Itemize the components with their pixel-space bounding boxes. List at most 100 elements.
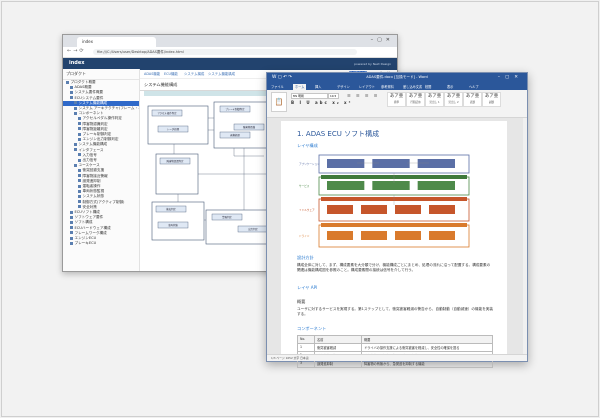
diagram-block-label: 障害物認識判定 [167,159,184,163]
ribbon-tab[interactable]: デザイン [337,84,350,89]
paragraph: ユーザに対するサービスを実現する。第1ステップとして、衝突被害軽減の警告から、自… [297,307,493,316]
tree-node-icon [74,106,77,110]
style-sample: あア亜 [408,94,423,99]
tree-node-icon [78,174,81,178]
ribbon-tab[interactable]: レイアウト [359,84,375,89]
tree-item-label: インタフェース [78,147,104,152]
component-table: No. 名前 概要 1 衝突被害軽減 ドライバの操作支援による衝突被害を軽減し、安全… [297,335,493,368]
style-option[interactable]: あア亜見出し 2 [444,92,463,107]
style-option[interactable]: あア亜 表題 [463,92,482,107]
tree-node-icon [70,220,73,224]
breadcrumb-item[interactable]: ECU機能 [164,71,178,76]
document-page[interactable]: 1. ADAS ECU ソフト構成 レイヤ構成 アプリケーション サービス ミドルウ… [281,121,507,368]
breadcrumb-item[interactable]: ADAS機能 [144,71,160,76]
paragraph: 構成全体に対して、まず、構成要素を大分類で分け、機能構成ごとにまとめ、処理の流れ… [297,263,491,272]
style-option[interactable]: あア亜見出し 1 [425,92,444,107]
tree-item-label: ソフト構成 [74,220,93,225]
tree-node-icon [78,179,81,183]
style-option[interactable]: あア亜 標準 [387,92,406,107]
tree-item-label: アクセルペダル操作判定 [82,116,122,121]
paste-icon[interactable]: 📋 [271,92,287,112]
tree-item-label: システム機能構成 [78,142,108,147]
browser-tab[interactable]: index [77,37,156,47]
word-window: W ◻ ↶ ↷ ADAS要件.docx [互換モード] - Word –▢✕ フ… [266,72,528,368]
tree-node-icon [70,210,73,214]
section-heading: レイヤ構成 [297,143,318,148]
tree-node-icon [78,153,81,157]
tree-node-icon [78,168,81,172]
tree-item[interactable]: ブレーキECU [63,241,139,246]
ribbon-tab[interactable]: 表示 [447,84,453,89]
font-name-select[interactable]: MS 明朝 [291,93,328,99]
paragraph-buttons[interactable]: ☰ ☰ ☰ ☰ [347,93,379,98]
table-header: 名前 [314,335,362,344]
tree-item-label: 出力信号 [82,158,97,163]
format-buttons[interactable]: B I U abc x₂ x² [291,100,352,105]
style-label: 見出し 2 [448,101,459,104]
style-label: 表題 [469,101,476,104]
tree-item-label: エンジンECU [74,236,97,241]
tree-item-label: プロダクト概要 [70,80,96,84]
tree-node-icon [70,96,73,100]
tree-item-label: 運転者操作 [82,184,101,189]
layer-component-box [395,205,421,214]
url-input[interactable]: file:///C:/Users/user/Desktop/ADAS要件/ind… [93,49,357,55]
layer-component-box [417,159,455,168]
tree-item-label: システム状態 [82,194,104,199]
tree-item-label: システム アーキテクチャ(フレーム・エリ [78,106,140,111]
back-forward-reload-icons[interactable]: ←→⟳ [67,48,86,54]
vertical-scrollbar[interactable] [523,118,527,355]
style-option[interactable]: あア亜 行間詰め [406,92,425,107]
navigation-tree: プロダクト概要 ADAS概要 システム要件概要 ECUシステム要件 システム機能構成 シス… [63,80,139,247]
layer-component-box [327,231,353,240]
style-sample: あア亜 [427,94,442,99]
document-heading: 1. ADAS ECU ソフト構成 [297,130,380,138]
diagram-block-label: 障害物距離 [243,125,256,129]
ribbon-tab[interactable]: 差し込み文書 [403,84,422,89]
ribbon-tab[interactable]: 挿入 [315,84,321,89]
tree-node-icon [78,194,81,198]
tree-item-label: 障害物接近警報 [82,173,108,178]
tree-item-label: ECUハードウェア構成 [74,225,111,230]
breadcrumb-item[interactable]: システム機能構成 [208,71,235,76]
tree-item-label: システム要件概要 [74,90,104,95]
tree-item-label: 入力信号 [82,152,97,157]
style-sample: あア亜 [484,94,499,99]
ribbon-tab[interactable]: 校閲 [425,84,431,89]
app-title: index [69,60,85,66]
layer-label: サービス [299,184,310,188]
table-header: No. [297,335,315,344]
tree-item-label: ECUシステム要件 [74,95,104,100]
style-sample: あア亜 [446,94,461,99]
tree-node-icon [78,122,81,126]
tree-item-label: ユースケース [78,163,100,168]
breadcrumb-item[interactable]: システム構成 [184,71,204,76]
tree-item-label: フレームワーク構成 [74,230,107,235]
tree-item-label: エンジン出力制御判定 [82,137,119,142]
style-label: 行間詰め [410,101,421,104]
ribbon-tab[interactable]: ファイル [271,84,284,89]
font-size-select[interactable]: 10.5 [328,93,339,99]
ribbon: 📋 MS 明朝 10.5 B I U abc x₂ x² ☰ ☰ ☰ ☰ あア亜… [267,90,527,118]
table-cell: 1 [297,343,315,352]
tree-node-icon [78,137,81,141]
window-controls[interactable]: –▢✕ [371,37,394,43]
section-heading: 設計方針 [297,255,314,260]
tree-node-icon [70,236,73,240]
style-option[interactable]: あア亜 副題 [482,92,501,107]
tree-item-label: 障害物認識判定 [82,121,108,126]
sidebar-title: プロダクト [63,69,139,80]
tree-item-label: 車両状態監視 [82,189,105,194]
layer-band [321,223,467,227]
ribbon-tab[interactable]: ヘルプ [469,84,479,89]
diagram-block-label: 画像処理 [230,133,240,137]
powered-by-label: powered by Next Design [354,62,391,66]
section-heading: 概要 [297,299,306,304]
style-label: 見出し 1 [429,101,440,104]
tree-node-icon [74,148,77,152]
table-header: 概要 [361,335,493,344]
ribbon-tab[interactable]: 参考資料 [381,84,394,89]
tree-item-label: 障害物距離判定 [82,126,108,131]
window-controls[interactable]: –▢✕ [498,75,523,80]
tree-node-icon [74,111,77,115]
